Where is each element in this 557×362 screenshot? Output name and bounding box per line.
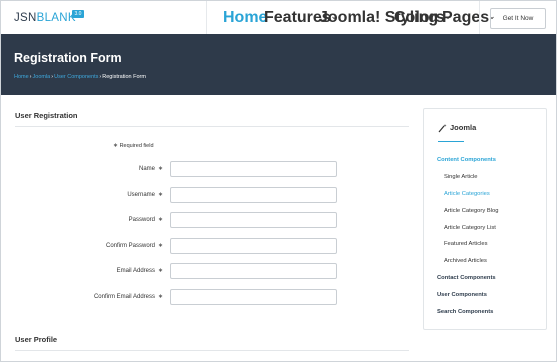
- nav-divider: [479, 1, 480, 34]
- required-star: ∗: [113, 143, 119, 149]
- sidebar-menu: Joomla Content Components Single Article…: [423, 108, 547, 330]
- nav-divider: [206, 1, 207, 34]
- field-label-confirm-email-address: Confirm Email Address: [93, 294, 155, 300]
- username-input[interactable]: [170, 187, 337, 203]
- field-label-confirm-password: Confirm Password: [105, 243, 155, 249]
- nav-item-label: Home: [223, 9, 268, 26]
- sidebar-item-article-categories[interactable]: Article Categories: [444, 190, 490, 198]
- sidebar-item-search-components[interactable]: Search Components: [437, 308, 493, 316]
- nav-item-label: Colors: [394, 9, 445, 26]
- section-title-user-registration: User Registration: [15, 111, 78, 120]
- top-navbar: JSNBLANK 3.0 Home Features Joomla! Styli…: [1, 1, 556, 34]
- required-field-note: ∗ Required field: [113, 142, 154, 150]
- required-star: ∗: [158, 294, 164, 300]
- nav-item-pages[interactable]: Pages: [442, 10, 495, 26]
- sidebar-title: Joomla: [438, 123, 476, 133]
- breadcrumb-link-joomla[interactable]: Joomla: [33, 74, 51, 80]
- sidebar-item-article-category-blog[interactable]: Article Category Blog: [444, 207, 498, 215]
- name-input[interactable]: [170, 161, 337, 177]
- sidebar-item-archived-articles[interactable]: Archived Articles: [444, 257, 487, 265]
- required-star: ∗: [158, 166, 164, 172]
- breadcrumb-current: Registration Form: [102, 74, 146, 80]
- section-title-user-profile: User Profile: [15, 335, 58, 344]
- sidebar-item-content-components[interactable]: Content Components: [437, 156, 496, 164]
- field-label-name: Name: [138, 166, 155, 172]
- breadcrumb-link-home[interactable]: Home: [14, 74, 29, 80]
- magic-wand-icon: [438, 123, 447, 133]
- field-label-password: Password: [128, 217, 155, 223]
- sidebar-title-text: Joomla: [450, 123, 477, 132]
- nav-item-label: Pages: [442, 9, 490, 26]
- sidebar-title-underline: [438, 141, 464, 142]
- breadcrumb-link-user-components[interactable]: User Components: [54, 74, 98, 80]
- sidebar-item-contact-components[interactable]: Contact Components: [437, 274, 496, 282]
- nav-item-home[interactable]: Home: [223, 10, 267, 26]
- section-divider: [15, 350, 409, 351]
- get-it-now-button[interactable]: Get It Now: [490, 8, 546, 29]
- page-frame: JSNBLANK 3.0 Home Features Joomla! Styli…: [0, 0, 557, 362]
- required-star: ∗: [158, 243, 164, 249]
- breadcrumb: Home›Joomla›User Components›Registration…: [14, 73, 146, 81]
- section-divider: [15, 126, 409, 127]
- sidebar-item-featured-articles[interactable]: Featured Articles: [444, 240, 488, 248]
- page-title: Registration Form: [14, 51, 122, 65]
- required-star: ∗: [158, 268, 164, 274]
- required-star: ∗: [158, 217, 164, 223]
- sidebar-item-user-components[interactable]: User Components: [437, 291, 487, 299]
- site-logo[interactable]: JSNBLANK: [14, 11, 76, 25]
- email-address-input[interactable]: [170, 263, 337, 279]
- sidebar-item-article-category-list[interactable]: Article Category List: [444, 224, 496, 232]
- confirm-email-address-input[interactable]: [170, 289, 337, 305]
- confirm-password-input[interactable]: [170, 238, 337, 254]
- breadcrumb-separator: ›: [29, 74, 32, 80]
- logo-text-blank: BLANK: [36, 12, 76, 24]
- required-note-text: Required field: [119, 143, 154, 149]
- field-label-username: Username: [127, 192, 155, 198]
- logo-text-jsn: JSN: [14, 12, 37, 24]
- version-badge: 3.0: [72, 10, 84, 18]
- field-label-email-address: Email Address: [116, 268, 155, 274]
- breadcrumb-separator: ›: [51, 74, 54, 80]
- required-star: ∗: [158, 192, 164, 198]
- breadcrumb-separator: ›: [99, 74, 102, 80]
- sidebar-item-single-article[interactable]: Single Article: [444, 173, 478, 181]
- password-input[interactable]: [170, 212, 337, 228]
